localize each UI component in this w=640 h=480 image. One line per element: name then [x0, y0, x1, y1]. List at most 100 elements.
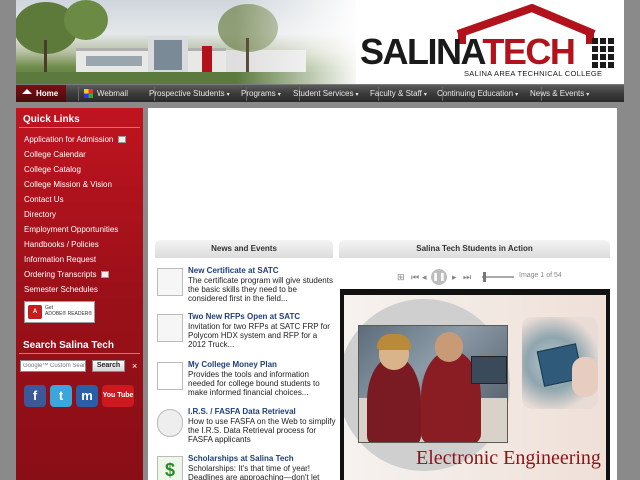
nav-item-prospective-students[interactable]: Prospective Students ▾	[149, 85, 230, 102]
logo-wordmark: SALINATECH	[360, 31, 576, 72]
quick-link-label: College Calendar	[24, 150, 86, 159]
quick-link-label: Directory	[24, 210, 57, 219]
last-slide-icon[interactable]: ⏭	[463, 271, 471, 283]
news-item[interactable]: New Certificate at SATC The certificate …	[157, 266, 335, 312]
chevron-down-icon: ▾	[515, 92, 519, 98]
quick-link-schedules[interactable]: Semester Schedules	[16, 282, 143, 297]
quick-link-calendar[interactable]: College Calendar	[16, 147, 143, 162]
slideshow-image[interactable]: Electronic Engineering	[340, 289, 610, 480]
slideshow-progress-track[interactable]	[482, 276, 514, 278]
quick-link-application[interactable]: Application for Admission	[16, 132, 143, 147]
money-plan-icon	[157, 362, 183, 390]
quick-link-catalog[interactable]: College Catalog	[16, 162, 143, 177]
quick-link-label: Application for Admission	[24, 135, 114, 144]
site-header: SALINATECH SALINA AREA TECHNICAL COLLEGE	[16, 0, 624, 84]
main-content: News and Events Salina Tech Students in …	[148, 108, 617, 480]
news-item-title[interactable]: Two New RFPs Open at SATC	[188, 312, 300, 321]
nav-news-label: News & Events	[530, 89, 585, 98]
news-item[interactable]: I.R.S. / FASFA Data Retrieval How to use…	[157, 407, 335, 453]
prev-slide-icon[interactable]: ◂	[422, 271, 427, 283]
pause-icon[interactable]: ❚❚	[431, 269, 447, 285]
chevron-down-icon: ▾	[586, 92, 590, 98]
search-input[interactable]	[20, 360, 86, 372]
nav-student-services-label: Student Services	[293, 89, 354, 98]
quick-links: Quick Links Application for Admission Co…	[16, 112, 143, 297]
myspace-icon[interactable]: m	[76, 385, 98, 407]
quick-link-label: Contact Us	[24, 195, 64, 204]
quick-links-title: Quick Links	[19, 112, 140, 128]
quick-link-label: Handbooks / Policies	[24, 240, 99, 249]
nav-prospective-label: Prospective Students	[149, 89, 225, 98]
quick-link-label: Information Request	[24, 255, 97, 264]
quick-link-label: Ordering Transcripts	[24, 270, 97, 279]
campus-photo	[16, 0, 356, 84]
slideshow-controls: ⊞ ⏮ ◂ ❚❚ ▸ ⏭ Image 1 of 54	[393, 269, 573, 285]
nav-item-faculty-staff[interactable]: Faculty & Staff ▾	[370, 85, 427, 102]
nav-item-student-services[interactable]: Student Services ▾	[293, 85, 359, 102]
news-item-desc: Provides the tools and information neede…	[188, 370, 320, 397]
news-item-desc: Invitation for two RFPs at SATC FRP for …	[188, 322, 330, 349]
news-item[interactable]: $ Scholarships at Salina Tech Scholarshi…	[157, 454, 335, 480]
news-item-title[interactable]: My College Money Plan	[188, 360, 277, 369]
students-panel-title: Salina Tech Students in Action	[339, 240, 610, 258]
search-button[interactable]: Search	[92, 360, 125, 372]
news-item[interactable]: Two New RFPs Open at SATC Invitation for…	[157, 312, 335, 358]
slide-content: Electronic Engineering	[344, 295, 606, 480]
nav-item-webmail[interactable]: Webmail	[84, 85, 128, 102]
logo-tech-text: TECH	[482, 31, 576, 72]
quick-link-label: Semester Schedules	[24, 285, 98, 294]
news-item-title[interactable]: I.R.S. / FASFA Data Retrieval	[188, 407, 296, 416]
nav-faculty-label: Faculty & Staff	[370, 89, 422, 98]
quick-link-label: Employment Opportunities	[24, 225, 119, 234]
first-slide-icon[interactable]: ⏮	[411, 271, 419, 283]
chevron-down-icon: ▾	[277, 92, 281, 98]
document-icon	[157, 268, 183, 296]
adobe-reader-text: Get ADOBE® READER®	[45, 305, 93, 317]
close-icon[interactable]: ×	[132, 360, 137, 372]
quick-link-handbooks[interactable]: Handbooks / Policies	[16, 237, 143, 252]
chevron-down-icon: ▾	[423, 92, 427, 98]
news-item-title[interactable]: New Certificate at SATC	[188, 266, 279, 275]
dollar-icon: $	[157, 456, 183, 480]
salinatech-logo[interactable]: SALINATECH SALINA AREA TECHNICAL COLLEGE	[342, 4, 624, 82]
nav-programs-label: Programs	[241, 89, 276, 98]
social-links: f t m You Tube	[24, 385, 146, 409]
feed-icon	[118, 136, 127, 144]
nav-webmail-label: Webmail	[97, 89, 128, 98]
facebook-icon[interactable]: f	[24, 385, 46, 407]
main-nav: Home Webmail Prospective Students ▾ Progr…	[16, 84, 624, 102]
students-photo	[358, 325, 508, 443]
chevron-down-icon: ▾	[355, 92, 359, 98]
quick-link-mission[interactable]: College Mission & Vision	[16, 177, 143, 192]
quick-link-info-request[interactable]: Information Request	[16, 252, 143, 267]
feed-icon	[101, 271, 110, 279]
quick-link-transcripts[interactable]: Ordering Transcripts	[16, 267, 143, 282]
sidebar: Quick Links Application for Admission Co…	[16, 108, 143, 480]
slide-caption: Electronic Engineering	[416, 447, 601, 469]
search-section: Search Salina Tech	[16, 338, 143, 354]
nav-item-continuing-education[interactable]: Continuing Education ▾	[437, 85, 518, 102]
news-item[interactable]: My College Money Plan Provides the tools…	[157, 360, 335, 406]
home-icon	[22, 89, 32, 95]
logo-tagline: SALINA AREA TECHNICAL COLLEGE	[464, 69, 603, 78]
nav-item-news-events[interactable]: News & Events ▾	[530, 85, 589, 102]
twitter-icon[interactable]: t	[50, 385, 72, 407]
circuit-board-image	[522, 317, 598, 409]
adobe-reader-badge[interactable]: A Get ADOBE® READER®	[24, 301, 95, 323]
news-item-desc: How to use FASFA on the Web to simplify …	[188, 417, 336, 444]
quick-link-employment[interactable]: Employment Opportunities	[16, 222, 143, 237]
quick-link-label: College Catalog	[24, 165, 81, 174]
quick-link-directory[interactable]: Directory	[16, 207, 143, 222]
next-slide-icon[interactable]: ▸	[452, 271, 457, 283]
chevron-down-icon: ▾	[226, 92, 230, 98]
pencil-icon	[157, 314, 183, 342]
nav-item-home[interactable]: Home	[16, 85, 67, 102]
news-item-title[interactable]: Scholarships at Salina Tech	[188, 454, 294, 463]
webmail-icon	[84, 89, 93, 99]
youtube-icon[interactable]: You Tube	[102, 385, 134, 407]
nav-item-programs[interactable]: Programs ▾	[241, 85, 281, 102]
slideshow-progress-handle[interactable]	[482, 272, 486, 282]
quick-link-contact[interactable]: Contact Us	[16, 192, 143, 207]
grid-icon[interactable]: ⊞	[397, 271, 405, 283]
quick-link-label: College Mission & Vision	[24, 180, 112, 189]
